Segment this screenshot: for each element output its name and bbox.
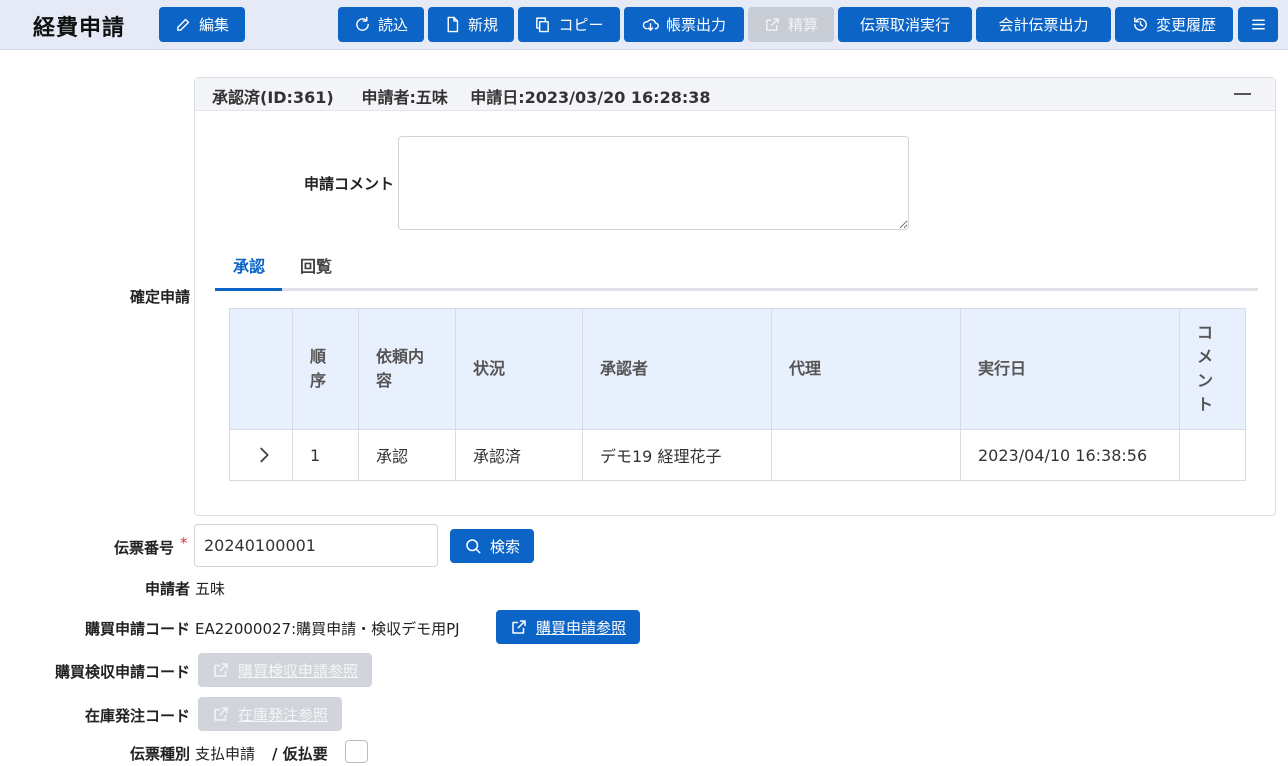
load-button[interactable]: 読込 [338, 7, 424, 42]
collapse-icon[interactable] [1234, 93, 1251, 95]
table-row: 1 承認 承認済 デモ19 経理花子 2023/04/10 16:38:56 [229, 429, 1246, 481]
app-title: 経費申請 [33, 16, 126, 41]
cell-date: 2023/04/10 16:38:56 [960, 429, 1180, 481]
table-header-row: 順序 依頼内容 状況 承認者 代理 実行日 コメント [229, 308, 1246, 430]
edit-button[interactable]: 編集 [159, 7, 245, 42]
advance-label: / 仮払要 [272, 745, 328, 763]
cell-request: 承認 [358, 429, 456, 481]
inspect-ref-button: 購買検収申請参照 [198, 653, 373, 687]
top-bar: 経費申請 編集 読込 新規 コピー 帳票出力 精算 伝票取消実行 会計伝票出力 … [0, 0, 1288, 50]
external-link-icon [766, 18, 779, 31]
applicant-value: 五味 [195, 580, 226, 598]
column-header-order: 順序 [292, 308, 359, 430]
tabs-divider [215, 288, 1258, 291]
approval-summary: 承認済(ID:361) 申請者:五味 申請日:2023/03/20 16:28:… [212, 88, 711, 107]
column-header-expand [229, 308, 293, 430]
cloud-download-icon [642, 19, 659, 31]
expand-row-button[interactable] [229, 429, 293, 481]
hamburger-icon [1251, 19, 1265, 30]
column-header-proxy: 代理 [771, 308, 961, 430]
confirm-label: 確定申請 [129, 288, 190, 306]
search-button[interactable]: 検索 [450, 529, 535, 563]
cell-status: 承認済 [455, 429, 583, 481]
slip-no-input[interactable]: 20240100001 [194, 524, 438, 567]
cell-approver: デモ19 経理花子 [582, 429, 772, 481]
tab-circulation[interactable]: 回覧 [300, 253, 332, 277]
column-header-request: 依頼内容 [358, 308, 456, 430]
refresh-icon [356, 16, 369, 31]
purchase-code-value: EA22000027:購買申請・検収デモ用PJ [195, 620, 460, 638]
slip-type-value: 支払申請 [195, 745, 256, 763]
tab-approval[interactable]: 承認 [233, 253, 265, 277]
comment-label: 申請コメント [303, 175, 394, 193]
stock-code-label: 在庫発注コード [84, 707, 190, 725]
cancel-slip-button[interactable]: 伝票取消実行 [838, 7, 972, 42]
purchase-ref-button[interactable]: 購買申請参照 [496, 610, 641, 644]
comment-textarea[interactable] [398, 136, 909, 230]
external-link-icon [512, 620, 526, 634]
pencil-icon [177, 18, 190, 31]
applicant-label: 申請者 [144, 580, 190, 598]
panel-header: 承認済(ID:361) 申請者:五味 申請日:2023/03/20 16:28:… [195, 78, 1275, 111]
cell-order: 1 [292, 429, 359, 481]
approval-table: 順序 依頼内容 状況 承認者 代理 実行日 コメント 1 承認 承認済 デモ19… [229, 308, 1246, 481]
search-icon [466, 539, 481, 554]
advance-checkbox[interactable] [345, 740, 368, 763]
history-button[interactable]: 変更履歴 [1115, 7, 1233, 42]
slip-no-label: 伝票番号 [113, 539, 174, 557]
column-header-status: 状況 [455, 308, 583, 430]
accounting-export-button[interactable]: 会計伝票出力 [976, 7, 1111, 42]
column-header-approver: 承認者 [582, 308, 772, 430]
cell-comment [1179, 429, 1246, 481]
menu-button[interactable] [1238, 7, 1278, 42]
purchase-code-label: 購買申請コード [84, 620, 190, 638]
required-mark: * [180, 534, 188, 552]
settle-button: 精算 [748, 7, 834, 42]
inspect-code-label: 購買検収申請コード [54, 663, 190, 681]
new-button[interactable]: 新規 [428, 7, 514, 42]
file-icon [447, 16, 459, 33]
stock-ref-button: 在庫発注参照 [198, 697, 343, 731]
external-link-icon [214, 663, 228, 677]
export-button[interactable]: 帳票出力 [624, 7, 744, 42]
column-header-comment: コメント [1179, 308, 1246, 430]
external-link-icon [214, 707, 228, 721]
column-header-date: 実行日 [960, 308, 1180, 430]
copy-icon [536, 17, 550, 33]
chevron-right-icon [260, 447, 269, 463]
cell-proxy [771, 429, 961, 481]
copy-button[interactable]: コピー [518, 7, 620, 42]
slip-type-label: 伝票種別 [129, 745, 190, 763]
history-icon [1134, 17, 1147, 31]
tab-active-indicator [215, 288, 282, 291]
